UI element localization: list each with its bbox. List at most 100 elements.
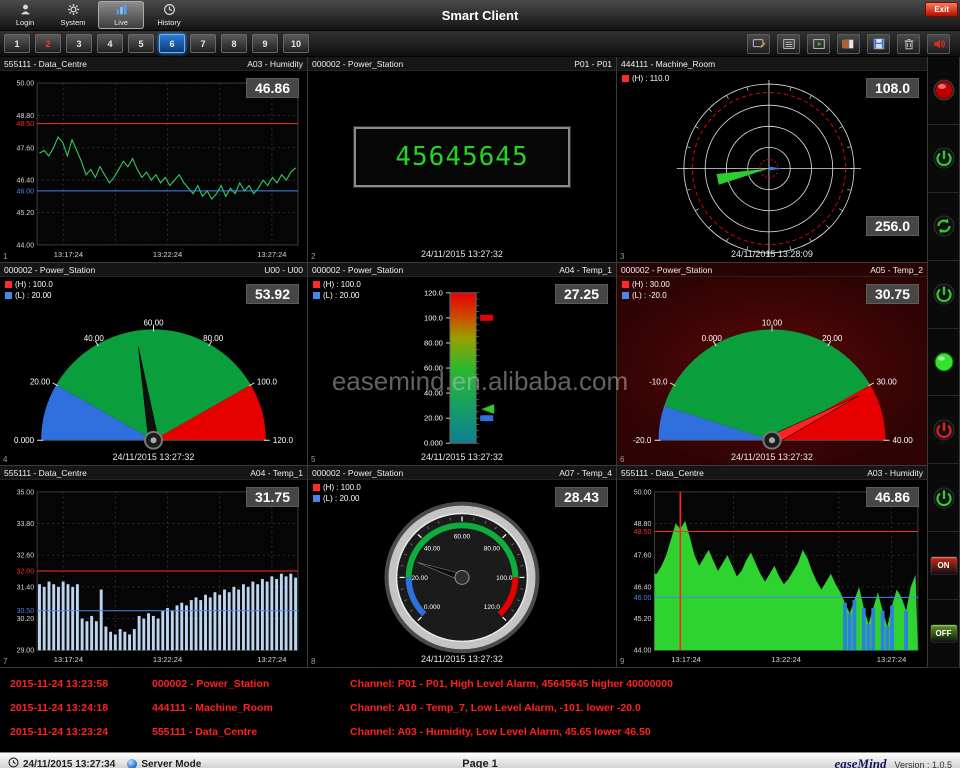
chart-bar: 35.0033.8032.6031.4030.2029.0032.0030.50…: [0, 480, 307, 667]
alarm-time: 2015-11-24 13:23:58: [0, 678, 152, 690]
power-green-3-button[interactable]: [932, 486, 956, 510]
page-tab-9[interactable]: 9: [252, 34, 278, 53]
legend-label: (H) : 110.0: [632, 74, 669, 83]
login-button[interactable]: Login: [2, 1, 48, 29]
history-button[interactable]: History: [146, 1, 192, 29]
alarm-time: 2015-11-24 13:24:18: [0, 702, 152, 714]
chart-gauge-round: 0.00020.0040.0060.0080.00100.0120.0: [308, 480, 616, 667]
estop-button[interactable]: [932, 78, 956, 102]
trash-icon[interactable]: [897, 34, 920, 54]
legend-swatch: [5, 292, 12, 299]
page-tab-10[interactable]: 10: [283, 34, 309, 53]
legend-label: (L) : 20.00: [15, 291, 51, 300]
svg-text:48.80: 48.80: [634, 521, 652, 528]
panel-timestamp: 24/11/2015 13:27:32: [617, 452, 927, 462]
panel-7: 555111 - Data_CentreA04 - Temp_135.0033.…: [0, 466, 308, 668]
svg-text:40.00: 40.00: [424, 389, 443, 398]
value-badge: 28.43: [555, 487, 608, 507]
svg-text:48.80: 48.80: [17, 113, 35, 120]
power-red-button[interactable]: [932, 418, 956, 442]
legend-label: (L) : 20.00: [323, 494, 359, 503]
logbook-icon[interactable]: [837, 34, 860, 54]
datetime-label: 24/11/2015 13:27:34: [23, 759, 115, 768]
svg-text:40.00: 40.00: [893, 436, 914, 445]
alarm-message: Channel: A03 - Humidity, Low Level Alarm…: [350, 726, 960, 738]
legend-label: (H) : 100.0: [323, 280, 361, 289]
live-button[interactable]: Live: [98, 1, 144, 29]
alarm-station: 000002 - Power_Station: [152, 678, 350, 690]
sidebar-cell: [928, 125, 960, 193]
panel-station-label: 000002 - Power_Station: [312, 265, 403, 275]
legend-label: (L) : 20.00: [323, 291, 359, 300]
svg-text:-10.0: -10.0: [649, 377, 668, 386]
login-label: Login: [16, 18, 34, 27]
alarm-row[interactable]: 2015-11-24 13:23:24555111 - Data_CentreC…: [0, 720, 960, 744]
svg-text:46.40: 46.40: [634, 584, 652, 591]
panel-4: 000002 - Power_StationU00 - U000.00020.0…: [0, 263, 308, 466]
panel-station-label: 000002 - Power_Station: [4, 265, 95, 275]
svg-text:13:22:24: 13:22:24: [153, 250, 182, 259]
system-button[interactable]: System: [50, 1, 96, 29]
page-tab-6[interactable]: 6: [159, 34, 185, 53]
digital-value: 45645645: [395, 142, 528, 172]
panel-timestamp: 24/11/2015 13:28:09: [617, 249, 927, 259]
svg-text:13:17:24: 13:17:24: [671, 655, 701, 664]
page-tab-8[interactable]: 8: [221, 34, 247, 53]
panel-8: 000002 - Power_StationA07 - Temp_40.0002…: [308, 466, 617, 668]
page-tab-2[interactable]: 2: [35, 34, 61, 53]
value-badge: 30.75: [866, 284, 919, 304]
server-status-icon: [127, 759, 137, 768]
off-button[interactable]: OFF: [930, 624, 958, 643]
panel-station-label: 000002 - Power_Station: [312, 59, 403, 69]
svg-text:44.00: 44.00: [634, 648, 652, 655]
on-button[interactable]: ON: [930, 556, 958, 575]
statusbar: 24/11/2015 13:27:34 Server Mode Page 1 e…: [0, 752, 960, 768]
alarm-row[interactable]: 2015-11-24 13:23:58000002 - Power_Statio…: [0, 672, 960, 696]
power-green-2-button[interactable]: [932, 282, 956, 306]
panel-station-label: 000002 - Power_Station: [621, 265, 712, 275]
channel-list-icon[interactable]: [777, 34, 800, 54]
svg-text:0.000: 0.000: [424, 439, 443, 448]
alarm-row[interactable]: 2015-11-24 13:24:18444111 - Machine_Room…: [0, 696, 960, 720]
panel-number: 9: [620, 657, 624, 666]
alarm-station: 555111 - Data_Centre: [152, 726, 350, 738]
svg-text:13:27:24: 13:27:24: [877, 655, 907, 664]
sidebar-cell: [928, 261, 960, 329]
svg-text:0.000: 0.000: [424, 604, 441, 611]
screen-edit-icon[interactable]: [747, 34, 770, 54]
panel-timestamp: 24/11/2015 13:27:32: [308, 654, 616, 664]
playback-icon[interactable]: [807, 34, 830, 54]
svg-text:46.00: 46.00: [634, 595, 652, 602]
svg-text:60.00: 60.00: [424, 364, 443, 373]
page-tab-5[interactable]: 5: [128, 34, 154, 53]
svg-text:80.00: 80.00: [484, 546, 501, 553]
svg-text:80.00: 80.00: [203, 334, 224, 343]
svg-text:13:17:24: 13:17:24: [54, 250, 83, 259]
chart-area: 50.0048.8047.6046.4045.2044.0048.5046.00…: [617, 480, 927, 667]
svg-text:13:27:24: 13:27:24: [257, 655, 286, 664]
page-tab-1[interactable]: 1: [4, 34, 30, 53]
page-tab-3[interactable]: 3: [66, 34, 92, 53]
chart-vbar: 120.0100.080.0060.0040.0020.000.000: [308, 277, 616, 465]
page-tab-4[interactable]: 4: [97, 34, 123, 53]
alarm-time: 2015-11-24 13:23:24: [0, 726, 152, 738]
page-tab-7[interactable]: 7: [190, 34, 216, 53]
panel-channel-label: A07 - Temp_4: [559, 468, 612, 478]
power-green-1-button[interactable]: [932, 146, 956, 170]
panel-station-label: 555111 - Data_Centre: [4, 468, 87, 478]
server-mode: Server Mode: [127, 759, 201, 768]
refresh-button[interactable]: [932, 214, 956, 238]
exit-button[interactable]: Exit: [925, 2, 958, 17]
chart-gauge-semi: -20.0-10.00.00010.0020.0030.0040.00: [617, 277, 927, 465]
live-label: Live: [114, 18, 128, 27]
brand-logo: easeMind: [834, 756, 886, 768]
panel-number: 3: [620, 252, 624, 261]
legend-swatch: [313, 281, 320, 288]
svg-text:100.0: 100.0: [257, 377, 278, 386]
panel-2: 000002 - Power_StationP01 - P01456456452…: [308, 57, 617, 263]
svg-text:30.20: 30.20: [17, 616, 35, 623]
svg-text:32.60: 32.60: [17, 553, 35, 560]
speaker-icon[interactable]: [927, 34, 950, 54]
save-icon[interactable]: [867, 34, 890, 54]
value-badge: 46.86: [246, 78, 299, 98]
